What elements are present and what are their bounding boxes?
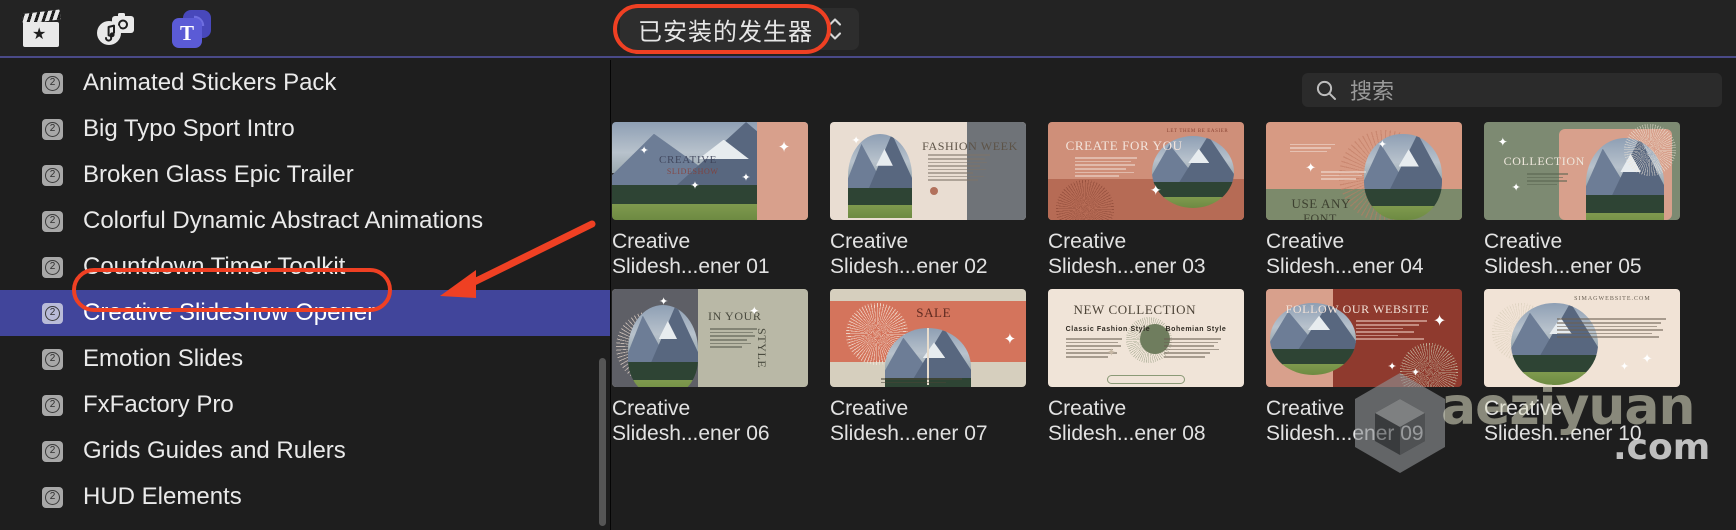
thumbnail-caption: Creative Slidesh...ener 06 [612,397,770,445]
sidebar-item-broken-glass-epic-trailer[interactable]: 2 Broken Glass Epic Trailer [0,152,610,198]
grid-row: IN YOUR STYLE ✦ ✦ Creative Slidesh...ene… [612,289,1736,446]
thumbnail-09[interactable]: FOLLOW OUR WEBSITE ✦ ✦ ✦ [1266,289,1462,387]
clapperboard-star: ★ [32,26,47,43]
thumbnail-caption: Creative Slidesh...ener 02 [830,230,988,278]
search-area: 搜索 [612,60,1736,120]
sidebar-item-hud-elements[interactable]: 2 HUD Elements [0,474,610,520]
up-down-chevron-icon[interactable] [827,18,843,40]
sidebar-item-countdown-timer-toolkit[interactable]: 2 Countdown Timer Toolkit [0,244,610,290]
thumb-art: ✦ ✦ ✦ ✦ CREATIVE SLIDESHOW [612,122,808,220]
thumbnail-08[interactable]: NEW COLLECTION Classic Fashion Style Boh… [1048,289,1244,387]
header-icon-group: ★ T [18,6,212,52]
sidebar-item-label: HUD Elements [83,483,242,510]
thumb-art: USE ANY FONT ✦ ✦ [1266,122,1462,220]
sidebar-item-emotion-slides[interactable]: 2 Emotion Slides [0,336,610,382]
thumbnail-05[interactable]: COLLECTION ✦ ✦ [1484,122,1680,220]
thumb-art: SIMAGWEBSITE.COM ✦ ✦ [1484,289,1680,387]
browser-content: 搜索 ✦ ✦ ✦ ✦ CREATIVE SLIDESHOW Creative S… [612,60,1736,530]
fxfactory-badge-icon: 2 [42,348,63,370]
fxfactory-badge-icon: 2 [42,302,63,324]
thumb-art: NEW COLLECTION Classic Fashion Style Boh… [1048,289,1244,387]
fxfactory-badge-icon: 2 [42,256,63,278]
thumbnail-caption: Creative Slidesh...ener 07 [830,397,988,445]
sidebar-item-animated-stickers-pack[interactable]: 2 Animated Stickers Pack [0,60,610,106]
thumbnail-caption: Creative Slidesh...ener 04 [1266,230,1424,278]
thumbnail-10[interactable]: SIMAGWEBSITE.COM ✦ ✦ [1484,289,1680,387]
thumb-art: FOLLOW OUR WEBSITE ✦ ✦ ✦ [1266,289,1462,387]
thumbnail-caption: Creative Slidesh...ener 08 [1048,397,1206,445]
grid-cell[interactable]: USE ANY FONT ✦ ✦ Creative Slidesh...ener… [1266,122,1462,279]
fxfactory-badge-icon: 2 [42,72,63,94]
thumb-art: FASHION WEEK ✦ [830,122,1026,220]
grid-row: ✦ ✦ ✦ ✦ CREATIVE SLIDESHOW Creative Slid… [612,122,1736,279]
grid-cell[interactable]: IN YOUR STYLE ✦ ✦ Creative Slidesh...ene… [612,289,808,446]
generators-popup-wrap: 已安装的发生器 [620,8,859,50]
sidebar-item-label: Countdown Timer Toolkit [83,253,346,280]
app-window: ★ T 已安装的发生器 2 Animated Stickers Pack 2 B… [0,0,1736,530]
thumbnail-02[interactable]: FASHION WEEK ✦ [830,122,1026,220]
thumbnail-caption: Creative Slidesh...ener 09 [1266,397,1424,445]
installed-generators-dropdown[interactable]: 已安装的发生器 [620,8,859,50]
fxfactory-badge-icon: 2 [42,164,63,186]
grid-cell[interactable]: SALE ✦ Creative Slidesh...ener 07 [830,289,1026,446]
thumb-art: SALE ✦ [830,289,1026,387]
grid-cell[interactable]: NEW COLLECTION Classic Fashion Style Boh… [1048,289,1244,446]
sidebar-item-big-typo-sport-intro[interactable]: 2 Big Typo Sport Intro [0,106,610,152]
sidebar-item-grids-guides-and-rulers[interactable]: 2 Grids Guides and Rulers [0,428,610,474]
thumbnail-04[interactable]: USE ANY FONT ✦ ✦ [1266,122,1462,220]
generator-thumbnail-grid: ✦ ✦ ✦ ✦ CREATIVE SLIDESHOW Creative Slid… [612,122,1736,456]
sidebar-item-label: Grids Guides and Rulers [83,437,346,464]
search-field[interactable]: 搜索 [1302,73,1722,107]
fxfactory-badge-icon: 2 [42,486,63,508]
grid-cell[interactable]: FOLLOW OUR WEBSITE ✦ ✦ ✦ Creative Slides… [1266,289,1462,446]
sidebar-item-colorful-dynamic-abstract-animations[interactable]: 2 Colorful Dynamic Abstract Animations [0,198,610,244]
thumb-art: COLLECTION ✦ ✦ [1484,122,1680,220]
thumb-art: IN YOUR STYLE ✦ ✦ [612,289,808,387]
search-icon [1316,80,1336,100]
sidebar-item-label: Animated Stickers Pack [83,69,337,96]
sidebar-scrollbar-thumb[interactable] [599,358,606,526]
sidebar-item-creative-slideshow-opener[interactable]: 2 Creative Slideshow Opener [0,290,610,336]
fxfactory-badge-icon: 2 [42,118,63,140]
grid-cell[interactable]: ✦ ✦ ✦ ✦ CREATIVE SLIDESHOW Creative Slid… [612,122,808,279]
thumbnail-03[interactable]: CREATE FOR YOU ✦ LET THEM BE EASIER [1048,122,1244,220]
sidebar-item-label: Creative Slideshow Opener [83,299,376,326]
sidebar-item-label: FxFactory Pro [83,391,234,418]
thumbnail-caption: Creative Slidesh...ener 10 [1484,397,1642,445]
fxfactory-badge-icon: 2 [42,210,63,232]
thumbnail-caption: Creative Slidesh...ener 03 [1048,230,1206,278]
search-placeholder: 搜索 [1350,79,1395,104]
thumbnail-06[interactable]: IN YOUR STYLE ✦ ✦ [612,289,808,387]
thumbnail-01[interactable]: ✦ ✦ ✦ ✦ CREATIVE SLIDESHOW [612,122,808,220]
generator-list: 2 Animated Stickers Pack 2 Big Typo Spor… [0,60,610,520]
sidebar-item-label: Colorful Dynamic Abstract Animations [83,207,484,234]
dropdown-label: 已安装的发生器 [638,18,813,46]
titles-tile: T [172,18,202,48]
grid-cell[interactable]: COLLECTION ✦ ✦ Creative Slidesh...ener 0… [1484,122,1680,279]
thumbnail-caption: Creative Slidesh...ener 01 [612,230,770,278]
titles-generators-icon[interactable]: T [166,6,212,52]
sidebar-item-fxfactory-pro[interactable]: 2 FxFactory Pro [0,382,610,428]
fxfactory-badge-icon: 2 [42,394,63,416]
grid-cell[interactable]: SIMAGWEBSITE.COM ✦ ✦ Creative Slidesh...… [1484,289,1680,446]
thumb-art: CREATE FOR YOU ✦ LET THEM BE EASIER [1048,122,1244,220]
clapperboard-icon[interactable]: ★ [18,6,64,52]
sidebar-item-label: Emotion Slides [83,345,244,372]
grid-cell[interactable]: FASHION WEEK ✦ Creative Slidesh...ener 0… [830,122,1026,279]
sidebar-scrollbar-track[interactable] [599,60,608,530]
sidebar-item-label: Big Typo Sport Intro [83,115,295,142]
toolbar-header: ★ T 已安装的发生器 [0,0,1736,58]
generators-sidebar: 2 Animated Stickers Pack 2 Big Typo Spor… [0,60,611,530]
photos-audio-glyph [97,13,134,45]
grid-cell[interactable]: CREATE FOR YOU ✦ LET THEM BE EASIER Crea… [1048,122,1244,279]
thumbnail-caption: Creative Slidesh...ener 05 [1484,230,1642,278]
fxfactory-badge-icon: 2 [42,440,63,462]
sidebar-item-label: Broken Glass Epic Trailer [83,161,354,188]
photos-audio-icon[interactable] [92,6,138,52]
thumbnail-07[interactable]: SALE ✦ [830,289,1026,387]
